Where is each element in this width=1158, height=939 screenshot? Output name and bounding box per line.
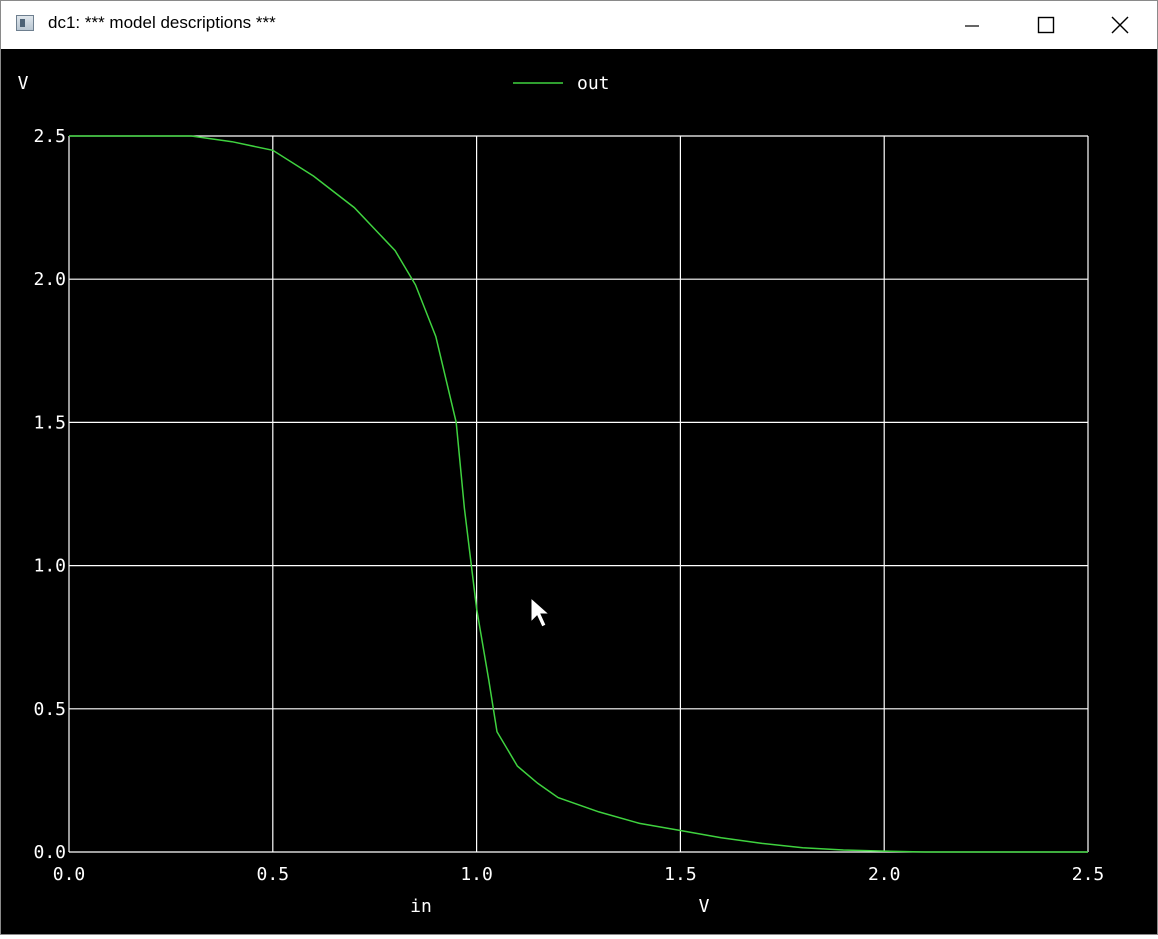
maximize-button[interactable]: [1009, 1, 1083, 49]
transfer-curve-chart: 0.0 0.5 1.0 1.5 2.0 2.5 0.0 0.5 1.0 1.5 2.0 2.5 Vin V…: [18, 73, 1105, 917]
y-tick-label: 0.5: [33, 699, 66, 720]
series-out-line: [69, 135, 1088, 853]
y-tick-label: 2.5: [33, 126, 66, 147]
plot-window: dc1: *** model descriptions *** 0.0 0.5 1.…: [0, 0, 1158, 935]
y-tick-label: 2.0: [33, 269, 66, 290]
title-bar[interactable]: dc1: *** model descriptions ***: [1, 1, 1157, 49]
x-tick-label: 0.0: [53, 864, 86, 885]
x-axis-unit: V: [699, 896, 710, 917]
x-tick-label: 2.5: [1072, 864, 1105, 885]
y-tick-label: 0.0: [33, 842, 66, 863]
x-tick-label: 1.5: [664, 864, 697, 885]
x-tick-label: 0.5: [257, 864, 290, 885]
mouse-cursor-icon: [530, 596, 551, 628]
plot-area[interactable]: 0.0 0.5 1.0 1.5 2.0 2.5 0.0 0.5 1.0 1.5 2.0 2.5 Vin V…: [1, 49, 1157, 934]
legend-label-out: out: [577, 73, 610, 94]
minimize-button[interactable]: [935, 1, 1009, 49]
y-tick-label: 1.5: [33, 412, 66, 433]
x-tick-label: 2.0: [868, 864, 901, 885]
close-button[interactable]: [1083, 1, 1157, 49]
app-window-icon[interactable]: [16, 15, 34, 31]
maximize-icon: [1037, 16, 1055, 34]
y-tick-label: 1.0: [33, 556, 66, 577]
minimize-icon: [965, 25, 979, 27]
y-axis-unit: V: [18, 73, 29, 94]
x-axis-label: in: [410, 896, 432, 917]
x-tick-label: 1.0: [460, 864, 493, 885]
close-icon: [1111, 16, 1129, 34]
window-title: dc1: *** model descriptions ***: [48, 13, 276, 32]
